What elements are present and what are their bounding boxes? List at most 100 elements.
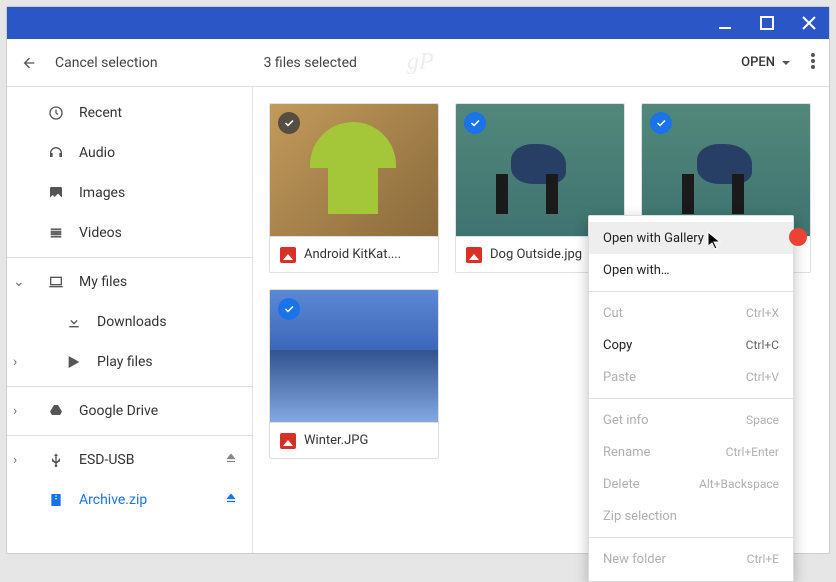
download-icon bbox=[65, 314, 83, 330]
caret-down-icon bbox=[781, 58, 791, 68]
menu-item-label: Paste bbox=[603, 370, 636, 385]
files-app-window: Cancel selection 3 files selected OPEN g… bbox=[6, 6, 830, 554]
eject-icon[interactable] bbox=[224, 451, 238, 469]
menu-item-label: New folder bbox=[603, 552, 666, 567]
selection-badge[interactable] bbox=[650, 112, 672, 134]
menu-item-shortcut: Ctrl+V bbox=[746, 370, 779, 384]
sidebar-item-downloads[interactable]: Downloads bbox=[7, 302, 252, 342]
laptop-icon bbox=[47, 274, 65, 290]
file-card[interactable]: Android KitKat.... bbox=[269, 103, 439, 273]
context-menu: Open with Gallery Open with… Cut Ctrl+X … bbox=[588, 215, 794, 582]
window-minimize-button[interactable] bbox=[713, 11, 737, 35]
open-button-label: OPEN bbox=[741, 55, 775, 70]
chevron-down-icon: ⌄ bbox=[13, 274, 27, 290]
sidebar-item-audio[interactable]: Audio bbox=[7, 133, 252, 173]
drive-icon bbox=[47, 403, 65, 419]
menu-item-shortcut: Space bbox=[746, 413, 779, 427]
sidebar-separator bbox=[7, 435, 252, 436]
toolbar: Cancel selection 3 files selected OPEN g… bbox=[7, 39, 829, 87]
sidebar-item-images[interactable]: Images bbox=[7, 173, 252, 213]
sidebar-item-play-files[interactable]: › Play files bbox=[7, 342, 252, 382]
menu-item-label: Cut bbox=[603, 306, 623, 321]
menu-item-open-with[interactable]: Open with… bbox=[589, 254, 793, 286]
sidebar-item-label: Images bbox=[79, 185, 125, 201]
sidebar-item-label: Audio bbox=[79, 145, 115, 161]
image-icon bbox=[47, 185, 65, 201]
menu-item-zip: Zip selection bbox=[589, 500, 793, 532]
sidebar-item-archive[interactable]: Archive.zip bbox=[7, 480, 252, 520]
clock-icon bbox=[47, 105, 65, 121]
sidebar-item-esd-usb[interactable]: › ESD-USB bbox=[7, 440, 252, 480]
file-name: Android KitKat.... bbox=[304, 247, 401, 262]
window-close-button[interactable] bbox=[797, 11, 821, 35]
sidebar-item-label: Recent bbox=[79, 105, 122, 121]
sidebar-separator bbox=[7, 386, 252, 387]
sidebar-item-videos[interactable]: Videos bbox=[7, 213, 252, 253]
menu-item-label: Delete bbox=[603, 477, 640, 492]
chevron-right-icon: › bbox=[13, 403, 27, 419]
menu-item-label: Get info bbox=[603, 413, 649, 428]
chevron-right-icon: › bbox=[13, 354, 27, 370]
menu-item-label: Open with Gallery bbox=[603, 231, 704, 246]
sidebar-item-label: Play files bbox=[97, 354, 153, 370]
window-maximize-button[interactable] bbox=[755, 11, 779, 35]
sidebar-item-label: Google Drive bbox=[79, 403, 158, 419]
file-name: Winter.JPG bbox=[304, 433, 368, 448]
usb-icon bbox=[47, 452, 65, 468]
menu-item-shortcut: Ctrl+C bbox=[746, 338, 779, 352]
more-options-button[interactable] bbox=[811, 53, 815, 73]
kebab-icon bbox=[811, 53, 815, 69]
arrow-back-icon bbox=[21, 55, 37, 71]
zip-file-icon bbox=[47, 492, 65, 508]
file-caption: Android KitKat.... bbox=[270, 236, 438, 272]
menu-item-rename: Rename Ctrl+Enter bbox=[589, 436, 793, 468]
menu-item-shortcut: Ctrl+Enter bbox=[726, 445, 779, 459]
menu-item-label: Zip selection bbox=[603, 509, 677, 524]
sidebar-separator bbox=[7, 257, 252, 258]
file-thumbnail bbox=[270, 290, 438, 422]
image-file-icon bbox=[466, 247, 482, 263]
image-file-icon bbox=[280, 433, 296, 449]
cancel-selection-label: Cancel selection bbox=[55, 55, 158, 71]
file-card[interactable]: Winter.JPG bbox=[269, 289, 439, 459]
eject-icon[interactable] bbox=[224, 491, 238, 509]
sidebar-item-google-drive[interactable]: › Google Drive bbox=[7, 391, 252, 431]
window-titlebar bbox=[7, 7, 829, 39]
file-thumbnail bbox=[270, 104, 438, 236]
selection-status: 3 files selected bbox=[158, 55, 742, 71]
play-icon bbox=[65, 354, 83, 370]
headphones-icon bbox=[47, 145, 65, 161]
gallery-app-icon bbox=[789, 228, 807, 246]
menu-item-open-gallery[interactable]: Open with Gallery bbox=[589, 222, 793, 254]
sidebar-item-recent[interactable]: Recent bbox=[7, 93, 252, 133]
menu-item-shortcut: Alt+Backspace bbox=[699, 477, 779, 491]
selection-badge[interactable] bbox=[464, 112, 486, 134]
watermark: gP bbox=[407, 49, 434, 76]
selection-badge[interactable] bbox=[278, 298, 300, 320]
chevron-right-icon: › bbox=[13, 452, 27, 468]
image-file-icon bbox=[280, 247, 296, 263]
file-caption: Winter.JPG bbox=[270, 422, 438, 458]
video-icon bbox=[47, 225, 65, 241]
menu-item-shortcut: Ctrl+E bbox=[747, 552, 779, 566]
menu-item-shortcut: Ctrl+X bbox=[746, 306, 779, 320]
sidebar-item-label: Archive.zip bbox=[79, 492, 147, 508]
menu-item-copy[interactable]: Copy Ctrl+C bbox=[589, 329, 793, 361]
sidebar-item-label: Videos bbox=[79, 225, 122, 241]
menu-separator bbox=[589, 398, 793, 399]
selection-badge[interactable] bbox=[278, 112, 300, 134]
menu-item-label: Rename bbox=[603, 445, 650, 460]
menu-item-delete: Delete Alt+Backspace bbox=[589, 468, 793, 500]
open-button[interactable]: OPEN bbox=[741, 55, 791, 70]
file-name: Dog Outside.jpg bbox=[490, 247, 582, 262]
menu-separator bbox=[589, 537, 793, 538]
menu-item-cut: Cut Ctrl+X bbox=[589, 297, 793, 329]
mouse-cursor-icon bbox=[707, 231, 723, 251]
cancel-selection-button[interactable]: Cancel selection bbox=[21, 55, 158, 71]
sidebar-item-my-files[interactable]: ⌄ My files bbox=[7, 262, 252, 302]
sidebar: Recent Audio Images Videos ⌄ My files bbox=[7, 87, 253, 553]
menu-item-paste: Paste Ctrl+V bbox=[589, 361, 793, 393]
menu-item-get-info: Get info Space bbox=[589, 404, 793, 436]
sidebar-item-label: ESD-USB bbox=[79, 452, 134, 468]
menu-separator bbox=[589, 291, 793, 292]
